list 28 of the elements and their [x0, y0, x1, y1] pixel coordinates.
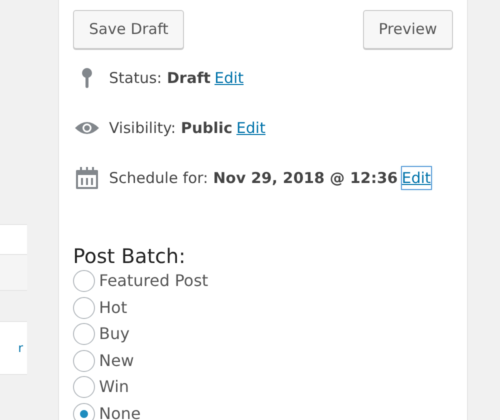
meta-label: Schedule for:	[109, 168, 208, 189]
pin-icon	[80, 67, 94, 89]
meta-label: Status:	[109, 68, 162, 89]
radio-label: None	[99, 402, 141, 420]
radio-label: Featured Post	[99, 270, 208, 292]
edit-link[interactable]: Edit	[236, 116, 266, 140]
edit-link[interactable]: Edit	[402, 166, 431, 190]
meta-value: Nov 29, 2018 @ 12:36	[213, 168, 398, 189]
cut-text: r	[18, 342, 23, 354]
eye-icon	[74, 120, 100, 136]
radio-label: Buy	[99, 323, 130, 346]
preview-button[interactable]: Preview	[362, 10, 453, 49]
radio-button[interactable]	[73, 270, 95, 292]
radio-button[interactable]	[73, 376, 95, 398]
radio-label: Win	[99, 376, 130, 398]
calendar-icon	[75, 166, 99, 190]
meta-value: Public	[180, 118, 232, 139]
radio-button[interactable]	[73, 323, 95, 346]
save-draft-button[interactable]: Save Draft	[73, 10, 184, 49]
radio-label: New	[99, 350, 134, 372]
radio-button[interactable]	[73, 402, 95, 420]
meta-value: Draft	[166, 68, 211, 89]
radio-label: Hot	[99, 296, 128, 319]
post-batch-heading: Post Batch:	[73, 244, 186, 268]
radio-button[interactable]	[73, 296, 95, 319]
radio-button[interactable]	[73, 350, 95, 372]
edit-link[interactable]: Edit	[214, 66, 244, 90]
meta-label: Visibility:	[109, 118, 176, 139]
